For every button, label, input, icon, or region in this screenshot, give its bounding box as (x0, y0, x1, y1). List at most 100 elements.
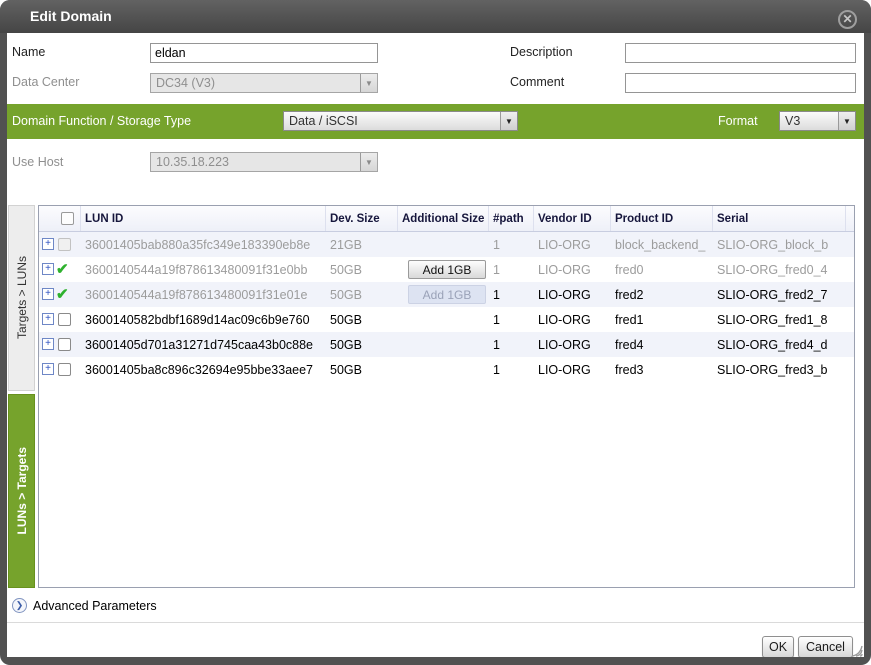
edit-domain-dialog: Edit Domain ✕ Name Description Data Cent… (0, 0, 871, 665)
col-dev-size: Dev. Size (326, 206, 398, 231)
storage-type-label: Domain Function / Storage Type (12, 114, 191, 128)
data-center-value: DC34 (V3) (151, 76, 360, 90)
dialog-title: Edit Domain (30, 8, 112, 24)
filler-cell (846, 282, 854, 307)
use-host-value: 10.35.18.223 (151, 155, 360, 169)
filler-cell (846, 232, 854, 257)
row-selector-cell: + (39, 232, 81, 257)
select-all-checkbox[interactable] (61, 212, 74, 225)
advanced-parameters-toggle[interactable]: ❯ Advanced Parameters (12, 598, 157, 613)
expand-row-icon[interactable]: + (42, 338, 54, 350)
lun-table-row: +3600140582bdbf1689d14ac09c6b9e76050GB1L… (39, 307, 854, 332)
additional-size-cell (398, 357, 489, 382)
data-center-select: DC34 (V3) ▼ (150, 73, 378, 93)
tab-luns-targets[interactable]: LUNs > Targets (8, 394, 35, 588)
chevron-down-icon: ▼ (360, 74, 377, 92)
col-additional-size: Additional Size (398, 206, 489, 231)
expand-row-icon[interactable]: + (42, 238, 54, 250)
comment-label: Comment (510, 75, 564, 89)
product-id-cell: fred0 (611, 257, 713, 282)
serial-cell: SLIO-ORG_fred3_b (713, 357, 846, 382)
vendor-id-cell: LIO-ORG (534, 307, 611, 332)
cancel-button[interactable]: Cancel (798, 636, 853, 657)
vendor-id-cell: LIO-ORG (534, 357, 611, 382)
resize-grip-icon[interactable] (848, 642, 863, 657)
additional-size-cell (398, 332, 489, 357)
lun-table-row: +36001405bab880a35fc349e183390eb8e21GB1L… (39, 232, 854, 257)
description-input[interactable] (625, 43, 856, 63)
product-id-cell: fred4 (611, 332, 713, 357)
add-1gb-button: Add 1GB (408, 285, 486, 304)
filler-cell (846, 357, 854, 382)
lun-id-cell: 3600140582bdbf1689d14ac09c6b9e760 (81, 307, 326, 332)
col-path: #path (489, 206, 534, 231)
tab-targets-luns-label: Targets > LUNs (15, 256, 29, 339)
chevron-down-icon: ▼ (838, 112, 855, 130)
dev-size-cell: 50GB (326, 257, 398, 282)
format-select[interactable]: V3 ▼ (779, 111, 856, 131)
name-input[interactable] (150, 43, 378, 63)
filler-cell (846, 332, 854, 357)
dev-size-cell: 50GB (326, 282, 398, 307)
tab-targets-luns[interactable]: Targets > LUNs (8, 205, 35, 391)
lun-id-cell: 3600140544a19f878613480091f31e0bb (81, 257, 326, 282)
expand-row-icon[interactable]: + (42, 363, 54, 375)
additional-size-cell: Add 1GB (398, 282, 489, 307)
lun-id-cell: 36001405bab880a35fc349e183390eb8e (81, 232, 326, 257)
ok-button[interactable]: OK (762, 636, 794, 657)
dev-size-cell: 50GB (326, 357, 398, 382)
lun-checkbox[interactable] (58, 363, 71, 376)
storage-type-value: Data / iSCSI (284, 114, 500, 128)
filler-cell (846, 307, 854, 332)
comment-input[interactable] (625, 73, 856, 93)
serial-cell: SLIO-ORG_fred2_7 (713, 282, 846, 307)
format-label: Format (718, 114, 758, 128)
dev-size-cell: 50GB (326, 332, 398, 357)
product-id-cell: fred3 (611, 357, 713, 382)
path-cell: 1 (489, 357, 534, 382)
dialog-titlebar: Edit Domain ✕ (0, 0, 871, 33)
row-selector-cell: + (39, 307, 81, 332)
col-lun-id: LUN ID (81, 206, 326, 231)
expand-row-icon[interactable]: + (42, 263, 54, 275)
lun-table-row: +36001405ba8c896c32694e95bbe33aee750GB 1L… (39, 357, 854, 382)
storage-type-bar: Domain Function / Storage Type Data / iS… (7, 104, 864, 139)
vendor-id-cell: LIO-ORG (534, 257, 611, 282)
row-selector-cell: +✔ (39, 257, 81, 282)
lun-id-cell: 36001405d701a31271d745caa43b0c88e (81, 332, 326, 357)
dev-size-cell: 21GB (326, 232, 398, 257)
col-filler (846, 206, 854, 231)
lun-table: LUN ID Dev. Size Additional Size #path V… (38, 205, 855, 588)
path-cell: 1 (489, 232, 534, 257)
expand-row-icon[interactable]: + (42, 313, 54, 325)
data-center-label: Data Center (12, 75, 79, 89)
format-value: V3 (780, 114, 838, 128)
storage-type-select[interactable]: Data / iSCSI ▼ (283, 111, 518, 131)
close-icon[interactable]: ✕ (838, 10, 857, 29)
serial-cell: SLIO-ORG_fred0_4 (713, 257, 846, 282)
lun-selected-icon: ✔ (56, 285, 69, 303)
lun-id-cell: 36001405ba8c896c32694e95bbe33aee7 (81, 357, 326, 382)
lun-table-row: +✔3600140544a19f878613480091f31e01e50GBA… (39, 282, 854, 307)
description-label: Description (510, 45, 573, 59)
lun-table-header: LUN ID Dev. Size Additional Size #path V… (39, 206, 854, 232)
lun-table-row: +36001405d701a31271d745caa43b0c88e50GB1L… (39, 332, 854, 357)
select-all-cell (39, 206, 81, 231)
lun-checkbox[interactable] (58, 313, 71, 326)
advanced-parameters-label: Advanced Parameters (33, 599, 157, 613)
expand-row-icon[interactable]: + (42, 288, 54, 300)
row-selector-cell: +✔ (39, 282, 81, 307)
product-id-cell: fred1 (611, 307, 713, 332)
product-id-cell: block_backend_ (611, 232, 713, 257)
name-label: Name (12, 45, 45, 59)
lun-table-body: +36001405bab880a35fc349e183390eb8e21GB1L… (39, 232, 854, 382)
serial-cell: SLIO-ORG_fred4_d (713, 332, 846, 357)
path-cell: 1 (489, 282, 534, 307)
col-vendor-id: Vendor ID (534, 206, 611, 231)
path-cell: 1 (489, 332, 534, 357)
lun-checkbox[interactable] (58, 338, 71, 351)
add-1gb-button[interactable]: Add 1GB (408, 260, 486, 279)
filler-cell (846, 257, 854, 282)
row-selector-cell: + (39, 357, 81, 382)
lun-table-row: +✔3600140544a19f878613480091f31e0bb50GB A… (39, 257, 854, 282)
